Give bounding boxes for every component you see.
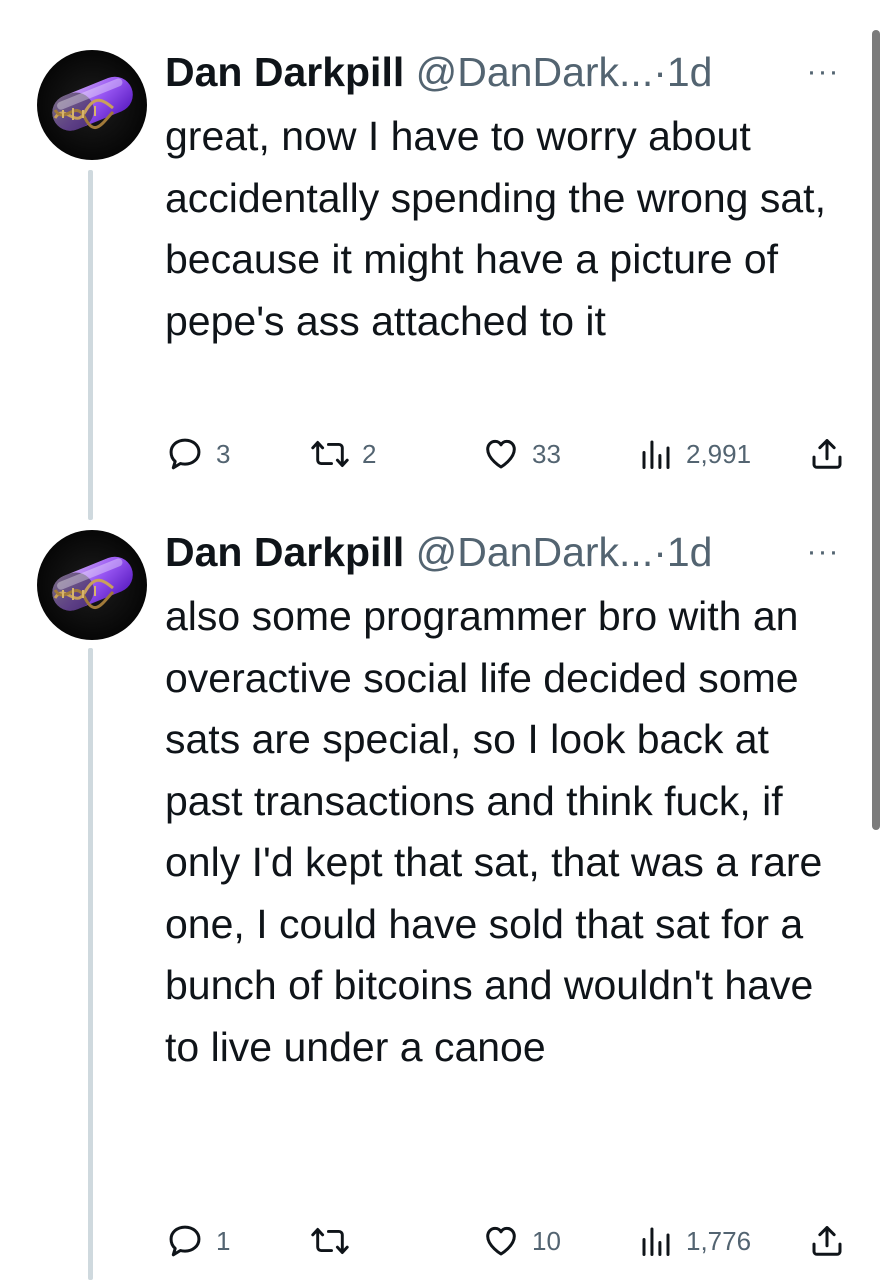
more-dots-icon[interactable]: ···: [801, 527, 845, 577]
speech-bubble-icon: [169, 1225, 201, 1257]
retweet-arrows-icon: [311, 441, 349, 467]
tweet-header: Dan Darkpill @DanDark...·1d ···: [165, 527, 847, 577]
share-upload-icon: [812, 1226, 842, 1256]
heart-outline-icon: [486, 439, 516, 469]
like-button[interactable]: 10: [482, 1221, 561, 1261]
author-handle[interactable]: @DanDark...: [416, 49, 654, 95]
tweet-header: Dan Darkpill @DanDark...·1d ···: [165, 47, 847, 97]
reply-count: 3: [216, 438, 231, 469]
thread-connector-line: [88, 170, 93, 520]
separator-dot: ·: [653, 49, 667, 95]
like-count: 33: [532, 438, 561, 469]
retweet-arrows-icon: [311, 1227, 349, 1254]
reply-count: 1: [216, 1225, 231, 1256]
tweet[interactable]: Dan Darkpill @DanDark...·1d ··· also som…: [0, 520, 887, 1280]
tweet-text: also some programmer bro with an overact…: [165, 593, 823, 1070]
tweet-actions: 1 10 1,776: [160, 1221, 850, 1261]
views-count: 2,991: [686, 438, 752, 469]
timestamp[interactable]: 1d: [667, 529, 713, 575]
reply-button[interactable]: 3: [166, 434, 230, 474]
bar-chart-icon: [642, 1227, 670, 1256]
author-name[interactable]: Dan Darkpill: [165, 49, 404, 95]
views-button[interactable]: 1,776: [638, 1221, 751, 1261]
share-upload-icon: [812, 439, 842, 469]
avatar[interactable]: [37, 50, 147, 160]
views-button[interactable]: 2,991: [638, 434, 751, 474]
separator-dot: ·: [653, 529, 667, 575]
share-button[interactable]: [808, 434, 846, 474]
reply-button[interactable]: 1: [166, 1221, 230, 1261]
views-count: 1,776: [686, 1225, 752, 1256]
heart-outline-icon: [486, 1226, 516, 1256]
tweet-actions: 3 2 33 2,991: [160, 434, 850, 474]
pill-logo-icon: [52, 76, 133, 131]
retweet-button[interactable]: 2: [310, 434, 376, 474]
share-button[interactable]: [808, 1221, 846, 1261]
thread-connector-line: [88, 648, 93, 1280]
speech-bubble-icon: [169, 438, 201, 470]
author-name[interactable]: Dan Darkpill: [165, 529, 404, 575]
timestamp[interactable]: 1d: [667, 49, 713, 95]
retweet-button[interactable]: [310, 1221, 362, 1261]
tweet[interactable]: Dan Darkpill @DanDark...·1d ··· great, n…: [0, 0, 887, 520]
retweet-count: 2: [362, 438, 377, 469]
pill-logo-icon: [52, 556, 133, 611]
bar-chart-icon: [642, 440, 670, 469]
like-button[interactable]: 33: [482, 434, 561, 474]
more-dots-icon[interactable]: ···: [801, 47, 845, 97]
tweet-text: great, now I have to worry about acciden…: [165, 113, 826, 344]
scrollbar[interactable]: [872, 30, 880, 830]
like-count: 10: [532, 1225, 561, 1256]
author-handle[interactable]: @DanDark...: [416, 529, 654, 575]
avatar[interactable]: [37, 530, 147, 640]
